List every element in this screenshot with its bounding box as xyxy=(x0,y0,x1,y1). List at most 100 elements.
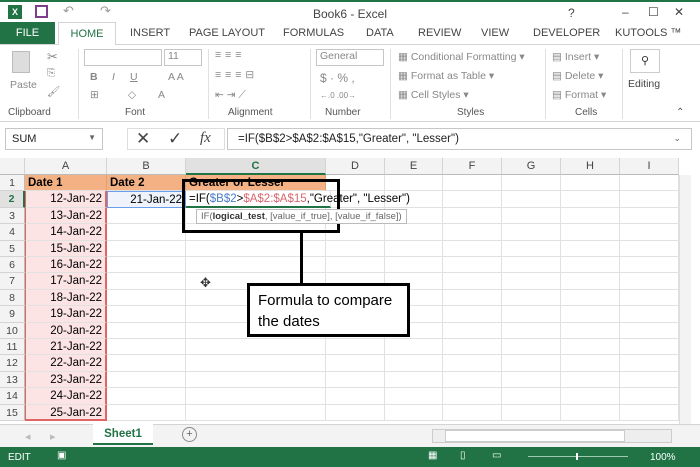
cell[interactable] xyxy=(620,175,679,192)
row-header-14[interactable]: 14 xyxy=(0,388,25,405)
cell[interactable] xyxy=(620,355,679,372)
select-all-corner[interactable] xyxy=(0,158,25,175)
cell[interactable] xyxy=(107,273,186,290)
tab-formulas[interactable]: FORMULAS xyxy=(283,27,344,39)
font-name-dropdown[interactable] xyxy=(84,49,162,66)
row-header-10[interactable]: 10 xyxy=(0,322,25,339)
cell[interactable] xyxy=(385,257,443,274)
cell[interactable] xyxy=(620,339,679,356)
cell[interactable] xyxy=(561,207,620,225)
help-button[interactable]: ? xyxy=(568,6,575,20)
cell[interactable] xyxy=(326,339,385,356)
cell[interactable] xyxy=(502,240,561,257)
cell[interactable] xyxy=(385,224,443,241)
font-size-dropdown[interactable]: 11 xyxy=(164,49,202,66)
macro-record-icon[interactable]: ▣ xyxy=(57,450,66,461)
cell[interactable] xyxy=(385,388,443,405)
column-header-c[interactable]: C xyxy=(186,158,326,175)
page-layout-view-icon[interactable]: ▯ xyxy=(460,450,466,461)
cell[interactable] xyxy=(443,306,502,323)
editing-cell-c2[interactable]: =IF($B$2>$A$2:$A$15,"Greater", "Lesser") xyxy=(186,191,410,208)
cell[interactable] xyxy=(107,306,186,323)
row-header-13[interactable]: 13 xyxy=(0,371,25,389)
date1-cell[interactable]: 22-Jan-22 xyxy=(25,355,107,372)
cell[interactable] xyxy=(385,404,443,421)
date1-cell[interactable]: 12-Jan-22 xyxy=(25,191,107,208)
cell[interactable] xyxy=(502,257,561,274)
font-color-icon[interactable]: A xyxy=(158,89,165,101)
cell[interactable] xyxy=(326,371,385,389)
tab-data[interactable]: DATA xyxy=(366,27,394,39)
cell[interactable] xyxy=(107,322,186,339)
column-header-g[interactable]: G xyxy=(502,158,561,175)
cell[interactable] xyxy=(385,240,443,257)
cell[interactable] xyxy=(561,289,620,307)
row-header-2[interactable]: 2 xyxy=(0,191,25,208)
cell[interactable] xyxy=(502,355,561,372)
header-cell-b[interactable]: Date 2 xyxy=(107,175,186,192)
align-icons[interactable]: ≡≡≡ xyxy=(215,49,245,61)
date1-cell[interactable]: 19-Jan-22 xyxy=(25,306,107,323)
date1-cell[interactable]: 18-Jan-22 xyxy=(25,289,107,307)
zoom-slider[interactable] xyxy=(528,453,628,460)
header-cell-a[interactable]: Date 1 xyxy=(25,175,107,192)
cell[interactable] xyxy=(561,355,620,372)
cell[interactable] xyxy=(620,191,679,208)
cell[interactable] xyxy=(502,273,561,290)
cell[interactable] xyxy=(326,404,385,421)
row-header-7[interactable]: 7 xyxy=(0,273,25,290)
tab-kutools[interactable]: KUTOOLS ™ xyxy=(615,27,681,39)
cell[interactable] xyxy=(186,339,326,356)
date1-cell[interactable]: 17-Jan-22 xyxy=(25,273,107,290)
currency-icon[interactable]: $ · % , xyxy=(320,71,355,85)
formula-input[interactable]: =IF($B$2>$A$2:$A$15,"Greater", "Lesser")… xyxy=(227,128,692,150)
bold-button[interactable]: B xyxy=(90,71,98,83)
cell[interactable] xyxy=(107,257,186,274)
enter-icon[interactable]: ✓ xyxy=(168,129,182,149)
cell[interactable] xyxy=(502,371,561,389)
cell[interactable] xyxy=(502,388,561,405)
copy-icon[interactable]: ⎘ xyxy=(47,67,55,80)
grow-font-icon[interactable]: A A xyxy=(168,71,184,83)
date1-cell[interactable]: 21-Jan-22 xyxy=(25,339,107,356)
row-header-5[interactable]: 5 xyxy=(0,240,25,257)
row-header-9[interactable]: 9 xyxy=(0,306,25,323)
maximize-button[interactable]: ☐ xyxy=(648,5,659,19)
cell[interactable] xyxy=(443,191,502,208)
column-header-f[interactable]: F xyxy=(443,158,502,175)
tab-developer[interactable]: DEVELOPER xyxy=(533,27,600,39)
format-painter-icon[interactable]: 🖌 xyxy=(47,85,60,98)
row-header-15[interactable]: 15 xyxy=(0,404,25,421)
indent-icons[interactable]: ⇤ ⇥ ⟋ xyxy=(215,89,246,102)
name-box[interactable]: SUM ▼ xyxy=(5,128,103,150)
new-sheet-icon[interactable]: + xyxy=(182,427,197,442)
date1-cell[interactable]: 13-Jan-22 xyxy=(25,207,107,225)
tab-insert[interactable]: INSERT xyxy=(130,27,170,39)
column-header-e[interactable]: E xyxy=(385,158,443,175)
cell[interactable] xyxy=(443,371,502,389)
column-header-i[interactable]: I xyxy=(620,158,679,175)
column-header-b[interactable]: B xyxy=(107,158,186,175)
tab-review[interactable]: REVIEW xyxy=(418,27,461,39)
format-as-table-button[interactable]: ▦ Format as Table ▾ xyxy=(398,70,494,82)
cell[interactable] xyxy=(107,224,186,241)
row-header-4[interactable]: 4 xyxy=(0,224,25,241)
date1-cell[interactable]: 24-Jan-22 xyxy=(25,388,107,405)
row-header-11[interactable]: 11 xyxy=(0,339,25,356)
cell[interactable] xyxy=(107,207,186,225)
tab-view[interactable]: VIEW xyxy=(481,27,509,39)
cell[interactable] xyxy=(561,191,620,208)
cell[interactable] xyxy=(620,289,679,307)
cell[interactable] xyxy=(107,355,186,372)
expand-formula-icon[interactable]: ⌄ xyxy=(673,133,681,144)
zoom-level[interactable]: 100% xyxy=(650,452,676,463)
cell[interactable] xyxy=(443,240,502,257)
cell[interactable] xyxy=(186,355,326,372)
cell[interactable] xyxy=(620,273,679,290)
horizontal-scrollbar[interactable] xyxy=(432,429,672,443)
row-header-3[interactable]: 3 xyxy=(0,207,25,225)
cell[interactable] xyxy=(443,289,502,307)
fill-color-icon[interactable]: ◇ xyxy=(128,89,136,101)
next-sheet-icon[interactable]: ▸ xyxy=(50,430,56,443)
cell[interactable] xyxy=(502,175,561,192)
